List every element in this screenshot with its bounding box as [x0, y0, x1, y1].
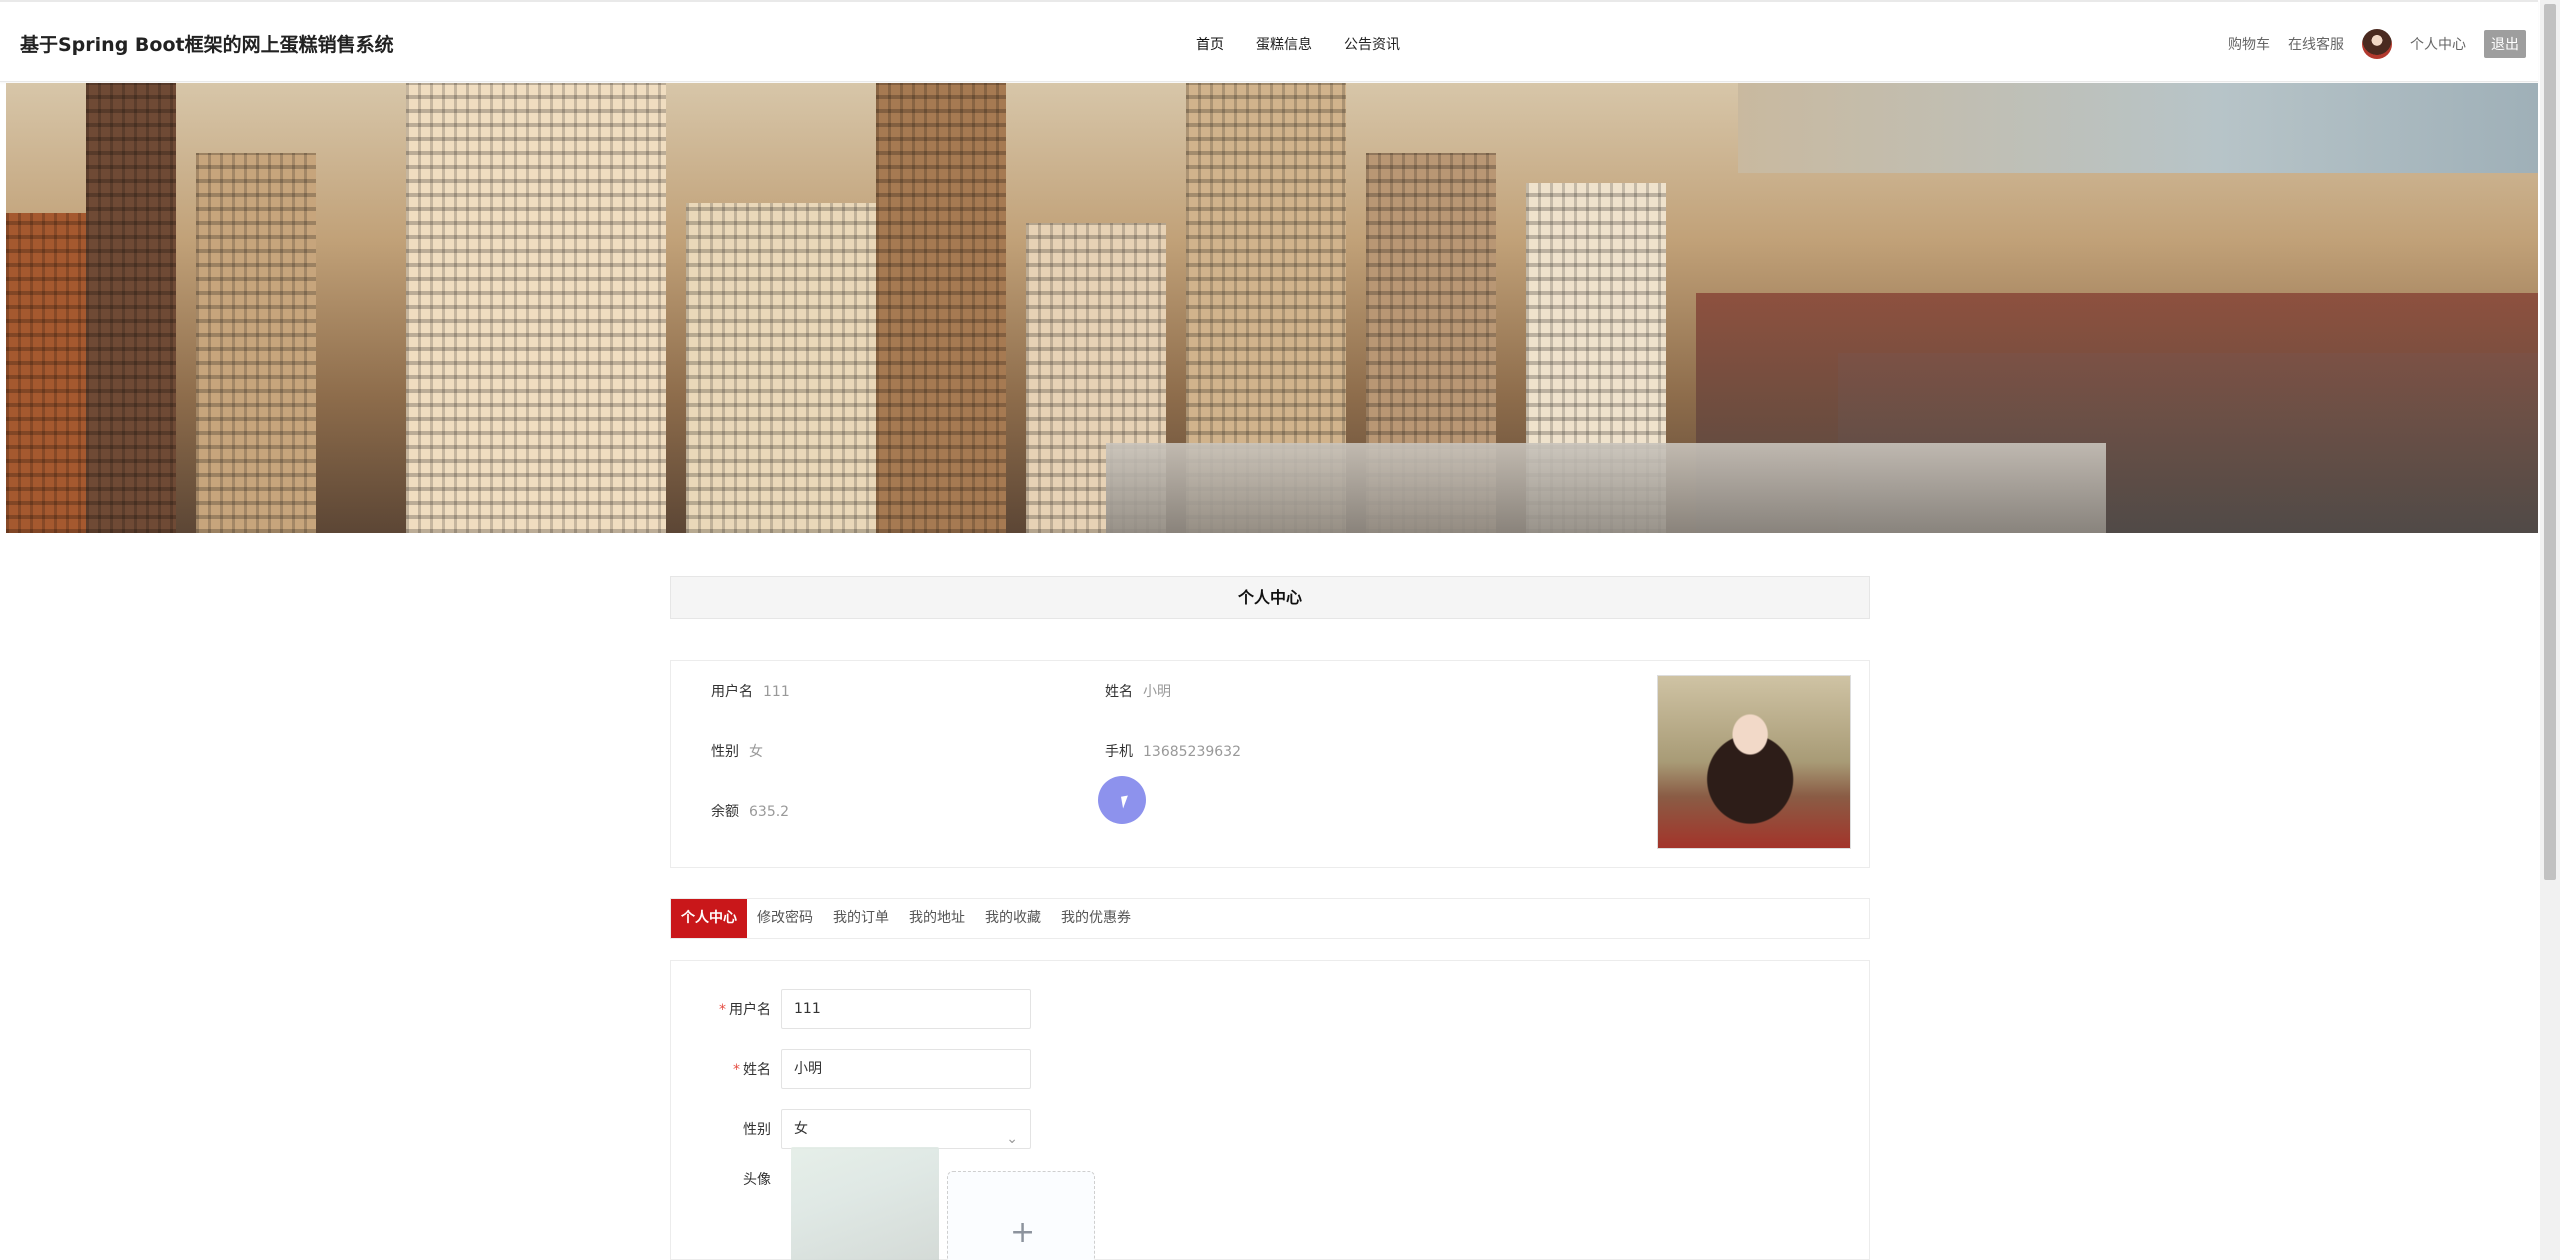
- tab-my-coupons[interactable]: 我的优惠券: [1051, 899, 1141, 938]
- cart-link[interactable]: 购物车: [2228, 34, 2270, 54]
- gender-label: 性别: [743, 1122, 771, 1138]
- banner-building: [86, 83, 176, 533]
- profile-tabs: 个人中心 修改密码 我的订单 我的地址 我的收藏 我的优惠券: [670, 898, 1870, 939]
- info-username-value: 111: [763, 684, 790, 700]
- username-label: * 用户名: [671, 999, 781, 1019]
- tab-my-favorites[interactable]: 我的收藏: [975, 899, 1051, 938]
- info-balance: 余额 635.2: [711, 801, 789, 821]
- main-nav: 首页 蛋糕信息 公告资讯: [1196, 34, 1400, 54]
- profile-form: * 用户名 111 * 姓名 小明 性别 女 ⌄ 头像 +: [670, 960, 1870, 1260]
- info-phone: 手机 13685239632: [1105, 741, 1241, 761]
- banner-building: [406, 83, 666, 533]
- banner-building: [686, 203, 886, 533]
- banner-pier: [1106, 443, 2106, 533]
- profile-photo: [1657, 675, 1851, 849]
- scrollbar-thumb[interactable]: [2544, 4, 2556, 880]
- tab-change-password[interactable]: 修改密码: [747, 899, 823, 938]
- username-label-text: 用户名: [729, 1002, 771, 1018]
- info-balance-label: 余额: [711, 804, 739, 820]
- name-input[interactable]: 小明: [781, 1049, 1031, 1089]
- info-phone-value: 13685239632: [1143, 744, 1241, 760]
- info-name: 姓名 小明: [1105, 681, 1171, 701]
- gender-select-value: 女: [794, 1121, 808, 1137]
- info-username: 用户名 111: [711, 681, 790, 701]
- nav-announcements[interactable]: 公告资讯: [1344, 34, 1400, 54]
- tab-personal-center[interactable]: 个人中心: [671, 899, 747, 938]
- name-label: * 姓名: [671, 1059, 781, 1079]
- info-gender-label: 性别: [711, 744, 739, 760]
- nav-cake-info[interactable]: 蛋糕信息: [1256, 34, 1312, 54]
- info-name-value: 小明: [1143, 684, 1171, 700]
- avatar-label: 头像: [743, 1172, 771, 1188]
- info-name-label: 姓名: [1105, 684, 1133, 700]
- required-mark: *: [719, 1002, 726, 1018]
- avatar-upload-button[interactable]: +: [947, 1171, 1095, 1260]
- info-gender: 性别女: [711, 741, 763, 761]
- name-label-text: 姓名: [743, 1062, 771, 1078]
- profile-info-card: 用户名 111 姓名 小明 性别女 手机 13685239632 余额 635.2: [670, 660, 1870, 868]
- user-bar: 购物车 在线客服 个人中心 退出: [2228, 29, 2526, 59]
- page-title: 个人中心: [670, 576, 1870, 619]
- main-container: 个人中心 用户名 111 姓名 小明 性别女 手机 13685239632 余额 635…: [670, 576, 1870, 1260]
- gender-select[interactable]: 女 ⌄: [781, 1109, 1031, 1149]
- form-row-avatar: 头像: [671, 1169, 781, 1189]
- banner-building: [876, 83, 1006, 533]
- avatar-preview[interactable]: [791, 1147, 939, 1260]
- tab-my-address[interactable]: 我的地址: [899, 899, 975, 938]
- username-input[interactable]: 111: [781, 989, 1031, 1029]
- plus-icon: +: [1010, 1215, 1036, 1250]
- user-avatar[interactable]: [2362, 29, 2392, 59]
- personal-center-link[interactable]: 个人中心: [2410, 34, 2466, 54]
- info-balance-value: 635.2: [749, 804, 790, 820]
- top-header: 基于Spring Boot框架的网上蛋糕销售系统 首页 蛋糕信息 公告资讯 购物…: [0, 0, 2538, 82]
- tab-my-orders[interactable]: 我的订单: [823, 899, 899, 938]
- online-service-link[interactable]: 在线客服: [2288, 34, 2344, 54]
- chevron-down-icon: ⌄: [1006, 1131, 1018, 1147]
- hero-banner[interactable]: [6, 83, 2538, 533]
- info-username-label: 用户名: [711, 684, 753, 700]
- page-scrollbar[interactable]: [2540, 0, 2560, 1260]
- form-row-gender: 性别 女 ⌄: [671, 1109, 1031, 1149]
- info-gender-value: 女: [749, 744, 763, 760]
- info-phone-label: 手机: [1105, 744, 1133, 760]
- banner-sky: [1738, 83, 2538, 173]
- form-row-name: * 姓名 小明: [671, 1049, 1031, 1089]
- form-row-username: * 用户名 111: [671, 989, 1031, 1029]
- banner-building: [196, 153, 316, 533]
- logout-button[interactable]: 退出: [2484, 30, 2526, 58]
- required-mark: *: [733, 1062, 740, 1078]
- site-title[interactable]: 基于Spring Boot框架的网上蛋糕销售系统: [20, 30, 394, 57]
- nav-home[interactable]: 首页: [1196, 34, 1224, 54]
